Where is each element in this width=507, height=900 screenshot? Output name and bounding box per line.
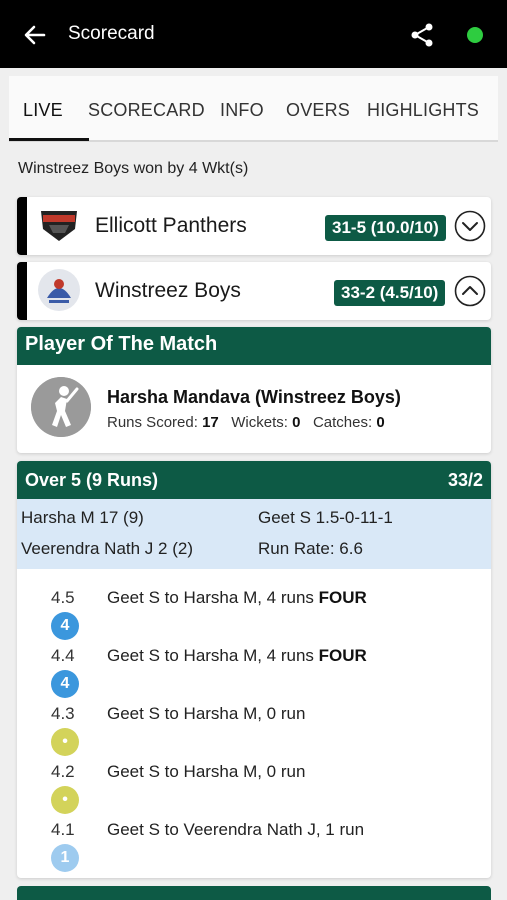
potm-player-name: Harsha Mandava (Winstreez Boys) xyxy=(107,387,401,407)
wickets-label: Wickets: xyxy=(231,414,288,431)
catches-value: 0 xyxy=(376,414,385,431)
potm-header: Player Of The Match xyxy=(17,327,491,365)
ball-outcome-badge: 1 xyxy=(51,844,79,872)
batsman-non-striker: Veerendra Nath J 2 (2) xyxy=(21,539,193,558)
over-title: Over 5 (9 Runs) xyxy=(25,470,159,490)
tab-scorecard[interactable]: SCORECARD xyxy=(88,100,205,121)
match-result: Winstreez Boys won by 4 Wkt(s) xyxy=(18,160,249,177)
tab-overs[interactable]: OVERS xyxy=(286,100,350,121)
tab-live[interactable]: LIVE xyxy=(23,100,63,121)
back-arrow-icon[interactable] xyxy=(22,22,48,48)
run-rate: Run Rate: 6.6 xyxy=(258,539,363,558)
ball-row: 4.2 • Geet S to Harsha M, 0 run xyxy=(17,762,491,820)
team-logo xyxy=(38,269,80,311)
ball-outcome-badge: 4 xyxy=(51,612,79,640)
team-logo xyxy=(41,211,77,241)
team-name: Winstreez Boys xyxy=(95,279,241,302)
over-summary: Harsha M 17 (9) Geet S 1.5-0-11-1 Veeren… xyxy=(17,499,491,569)
batsman-striker: Harsha M 17 (9) xyxy=(21,508,144,527)
over-card: Over 5 (9 Runs) 33/2 Harsha M 17 (9) Gee… xyxy=(17,461,491,878)
ball-number: 4.4 xyxy=(51,646,75,665)
ball-row: 4.4 4 Geet S to Harsha M, 4 runs FOUR xyxy=(17,646,491,704)
ball-outcome-badge: • xyxy=(51,786,79,814)
team-card-winstreez-boys[interactable]: Winstreez Boys 33-2 (4.5/10) xyxy=(17,262,491,320)
ball-outcome-badge: 4 xyxy=(51,670,79,698)
share-icon[interactable] xyxy=(409,22,435,48)
ball-number: 4.1 xyxy=(51,820,75,839)
bowler-figures: Geet S 1.5-0-11-1 xyxy=(258,508,393,527)
chevron-down-icon[interactable] xyxy=(454,210,486,242)
runs-value: 17 xyxy=(202,414,219,431)
over-total: 33/2 xyxy=(447,470,483,490)
tab-bar: LIVE SCORECARD INFO OVERS HIGHLIGHTS xyxy=(9,76,498,142)
ball-outcome-badge: • xyxy=(51,728,79,756)
ball-commentary: Geet S to Harsha M, 0 run xyxy=(107,762,306,781)
batsman-avatar-icon xyxy=(31,377,91,437)
app-bar: Scorecard xyxy=(0,0,507,68)
chevron-up-icon[interactable] xyxy=(454,275,486,307)
team-name: Ellicott Panthers xyxy=(95,214,247,237)
potm-stats: Runs Scored: 17 Wickets: 0 Catches: 0 xyxy=(107,414,385,431)
team-score-badge: 31-5 (10.0/10) xyxy=(325,215,446,241)
ball-commentary: Geet S to Harsha M, 4 runs FOUR xyxy=(107,646,367,665)
tab-info[interactable]: INFO xyxy=(220,100,264,121)
ball-number: 4.5 xyxy=(51,588,75,607)
runs-label: Runs Scored: xyxy=(107,414,198,431)
tab-highlights[interactable]: HIGHLIGHTS xyxy=(367,100,479,121)
ball-row: 4.3 • Geet S to Harsha M, 0 run xyxy=(17,704,491,762)
next-card-header xyxy=(17,886,491,900)
ball-row: 4.5 4 Geet S to Harsha M, 4 runs FOUR xyxy=(17,588,491,646)
ball-number: 4.3 xyxy=(51,704,75,723)
player-of-the-match-card: Player Of The Match Harsha Mandava (Wins… xyxy=(17,327,491,453)
catches-label: Catches: xyxy=(312,414,373,431)
ball-row: 4.1 1 Geet S to Veerendra Nath J, 1 run xyxy=(17,820,491,878)
wickets-value: 0 xyxy=(292,414,301,431)
ball-commentary: Geet S to Harsha M, 4 runs FOUR xyxy=(107,588,367,607)
team-card-ellicott-panthers[interactable]: Ellicott Panthers 31-5 (10.0/10) xyxy=(17,197,491,255)
team-score-badge: 33-2 (4.5/10) xyxy=(334,280,446,306)
ball-number: 4.2 xyxy=(51,762,75,781)
active-tab-indicator xyxy=(9,138,89,141)
over-header: Over 5 (9 Runs) 33/2 xyxy=(17,461,491,499)
ball-commentary: Geet S to Veerendra Nath J, 1 run xyxy=(107,820,365,839)
ball-commentary: Geet S to Harsha M, 0 run xyxy=(107,704,306,723)
live-status-dot xyxy=(467,27,483,43)
page-title: Scorecard xyxy=(68,23,155,44)
